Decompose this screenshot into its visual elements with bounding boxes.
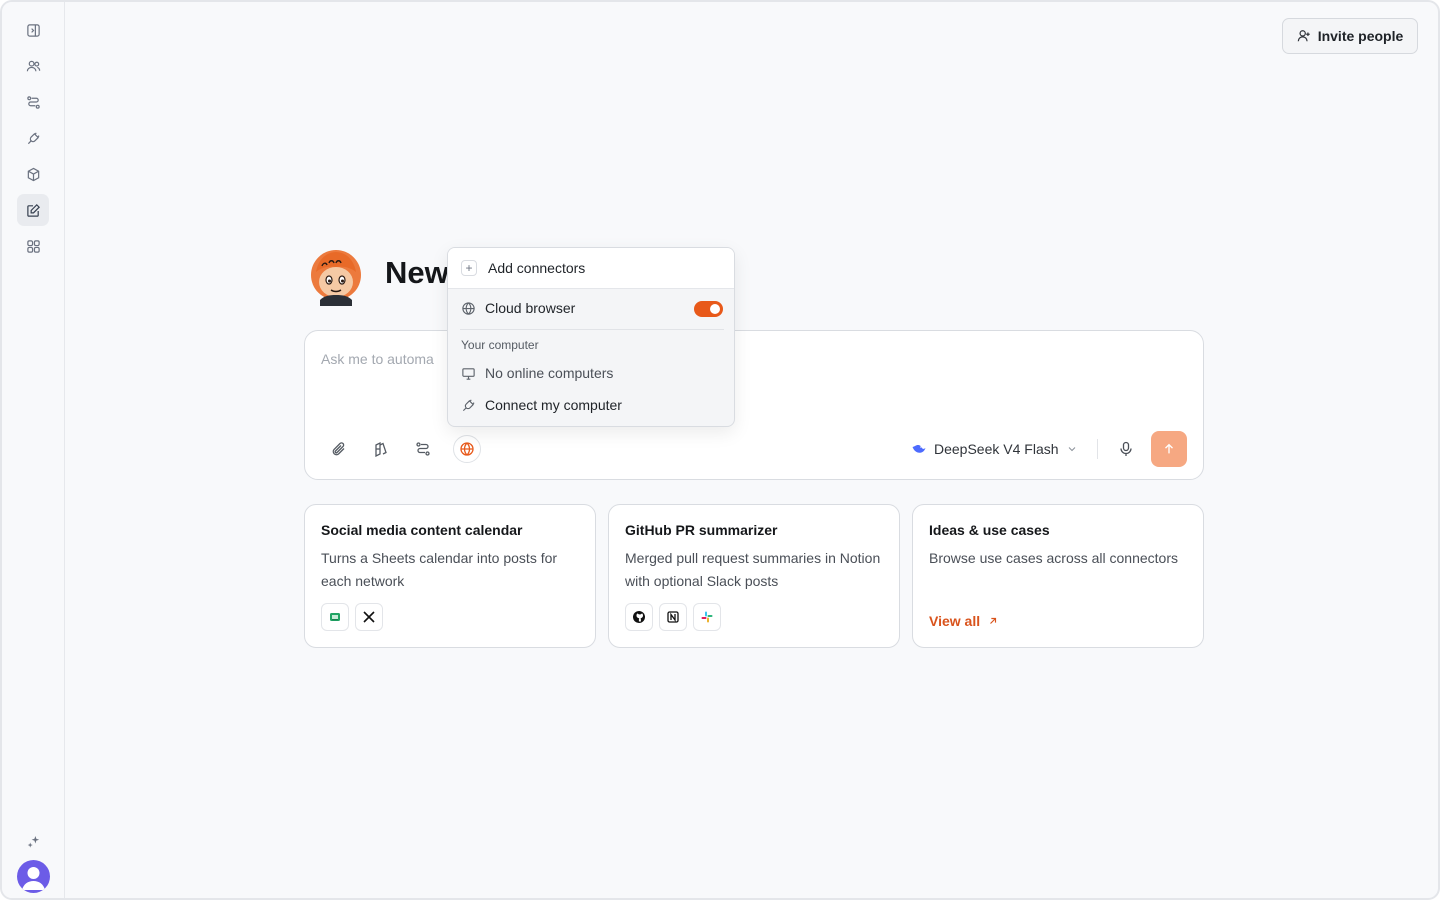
microphone-icon[interactable] [1114, 437, 1138, 461]
page-title: New [385, 255, 449, 290]
prompt-input[interactable]: Ask me to automa [321, 351, 434, 367]
edit-icon[interactable] [17, 194, 49, 226]
composer: Ask me to automa DeepSeek V4 Flash [304, 330, 1204, 480]
cloud-browser-toggle[interactable] [694, 301, 723, 317]
arrow-up-right-icon [990, 617, 997, 624]
view-all-link[interactable]: View all [929, 613, 998, 629]
chevron-down-icon [1068, 447, 1075, 452]
card-description: Merged pull request summaries in Notion … [625, 550, 881, 589]
add-connectors-label: Add connectors [488, 260, 586, 276]
globe-icon [462, 301, 475, 315]
invite-people-label: Invite people [1317, 28, 1404, 44]
no-online-computers-item: No online computers [461, 365, 613, 381]
panel-toggle-icon[interactable] [17, 14, 49, 46]
workflow-icon[interactable] [409, 435, 437, 463]
avatar[interactable] [17, 860, 50, 893]
template-card-social[interactable]: Social media content calendar Turns a Sh… [304, 504, 596, 648]
globe-icon [460, 442, 474, 456]
slack-icon [693, 603, 721, 631]
plug-icon [462, 398, 475, 411]
plug-icon[interactable] [17, 122, 49, 154]
deepseek-logo-icon [912, 444, 926, 453]
sparkle-icon[interactable] [17, 826, 49, 858]
monitor-icon [462, 367, 475, 380]
add-user-icon [1297, 30, 1310, 42]
skills-icon[interactable] [367, 435, 395, 463]
template-card-github[interactable]: GitHub PR summarizer Merged pull request… [608, 504, 900, 648]
cloud-browser-item[interactable]: Cloud browser [461, 300, 575, 316]
attach-icon[interactable] [325, 435, 353, 463]
workflow-icon[interactable] [17, 86, 49, 118]
no-online-computers-label: No online computers [485, 365, 614, 381]
sidebar [2, 2, 65, 898]
x-icon [355, 603, 383, 631]
cube-icon[interactable] [17, 158, 49, 190]
cloud-browser-label: Cloud browser [485, 300, 576, 316]
your-computer-section-label: Your computer [461, 338, 539, 352]
toolbar-divider [1097, 439, 1098, 459]
invite-people-button[interactable]: Invite people [1282, 18, 1418, 54]
menu-divider [460, 329, 724, 330]
mascot-logo [308, 246, 364, 306]
view-all-label: View all [929, 613, 981, 629]
card-title: Ideas & use cases [929, 522, 1050, 538]
card-description: Turns a Sheets calendar into posts for e… [321, 550, 558, 589]
card-title: GitHub PR summarizer [625, 522, 778, 538]
sheets-icon [321, 603, 349, 631]
notion-icon [659, 603, 687, 631]
people-icon[interactable] [17, 50, 49, 82]
github-icon [625, 603, 653, 631]
plus-icon: + [461, 260, 477, 276]
add-connectors-item[interactable]: + Add connectors [448, 248, 734, 289]
app-window: Invite people New Ask me to automa DeepS… [0, 0, 1440, 900]
connectors-globe-button[interactable] [453, 435, 481, 463]
connect-my-computer-item[interactable]: Connect my computer [461, 397, 622, 413]
connect-my-computer-label: Connect my computer [485, 397, 622, 413]
card-title: Social media content calendar [321, 522, 523, 538]
model-selector[interactable]: DeepSeek V4 Flash [911, 438, 1078, 460]
model-name: DeepSeek V4 Flash [934, 441, 1059, 457]
arrow-up-icon [1165, 443, 1173, 454]
ideas-card[interactable]: Ideas & use cases Browse use cases acros… [912, 504, 1204, 648]
card-description: Browse use cases across all connectors [929, 550, 1178, 566]
apps-grid-icon[interactable] [17, 230, 49, 262]
send-button[interactable] [1151, 431, 1187, 467]
connectors-menu: + Add connectors Cloud browser Your comp… [447, 247, 735, 427]
